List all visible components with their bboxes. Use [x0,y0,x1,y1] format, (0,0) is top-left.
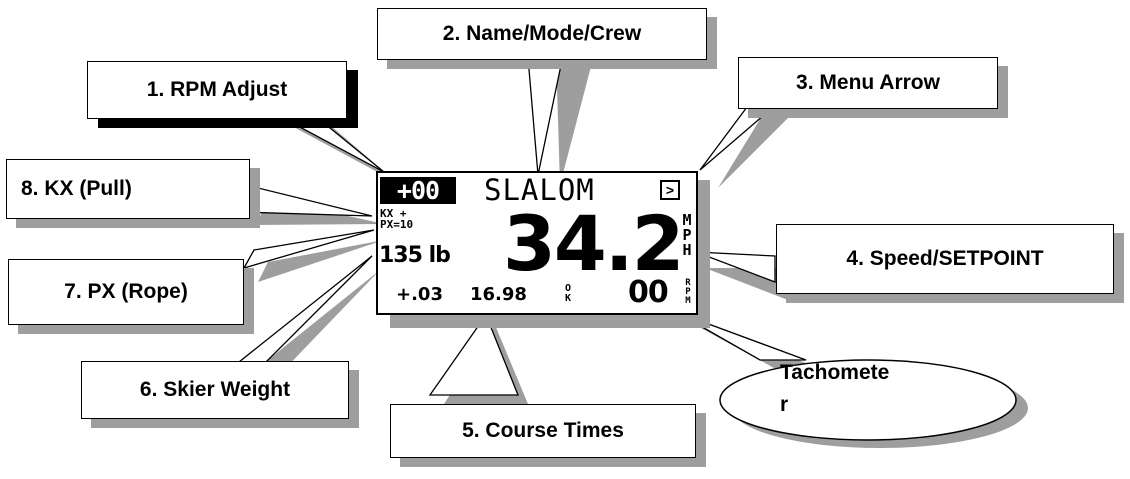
tachometer-unit: RPM [685,278,691,306]
diagram-canvas: 2. Name/Mode/Crew 1. RPM Adjust 3. Menu … [0,0,1130,479]
skier-weight-callout: 6. Skier Weight [81,361,349,419]
tachometer-value: 00 [628,275,669,310]
rpm-adjust-callout: 1. RPM Adjust [87,61,347,119]
tachometer-label: Tachomete r [780,357,980,421]
rpm-adjust-value[interactable]: +00 [380,177,456,204]
course-time-value: 16.98 [470,284,527,305]
kx-pull-callout: 8. KX (Pull) [6,159,250,219]
lcd-display: +00 SLALOM > KX + PX=10 135 lb 34.2 MPH … [376,171,698,315]
name-pointer-shadow [556,55,594,185]
course-delta-value: +.03 [396,284,443,305]
skier-weight-value: 135 lb [379,243,451,268]
tachometer-label-line1: Tachomete [780,361,890,384]
px-value: PX=10 [380,218,414,231]
menu-arrow-callout: 3. Menu Arrow [738,57,998,109]
name-mode-crew-callout: 2. Name/Mode/Crew [377,8,707,60]
speed-value: 34.2 [503,199,685,288]
speed-setpoint-callout: 4. Speed/SETPOINT [776,224,1114,294]
px-rope-callout: 7. PX (Rope) [8,259,244,325]
speed-unit: MPH [682,211,692,259]
tachometer-label-line2: r [780,393,789,416]
course-times-callout: 5. Course Times [390,404,696,458]
course-ok-flag: OK [564,283,572,304]
menu-arrow-icon[interactable]: > [660,180,680,200]
menu-pointer-shadow [718,116,790,188]
